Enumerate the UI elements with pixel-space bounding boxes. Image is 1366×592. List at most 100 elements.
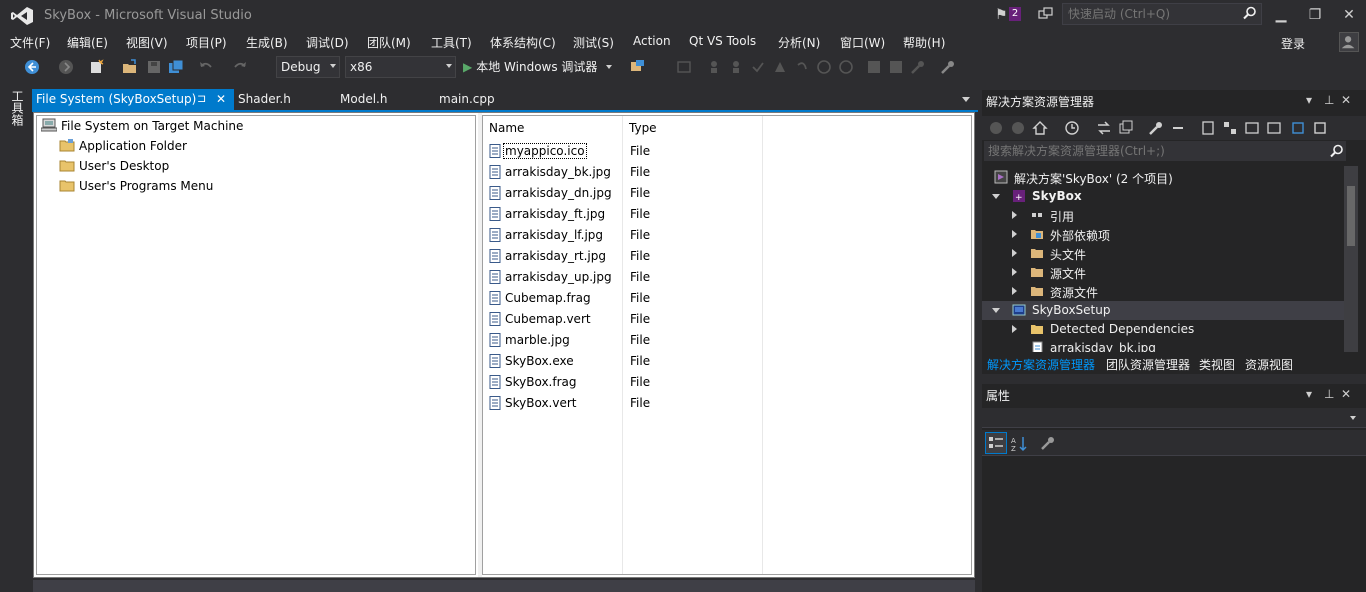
alphabetical-sort-icon[interactable]: AZ xyxy=(1010,435,1028,453)
sync-icon[interactable] xyxy=(1096,120,1112,136)
toolbar-undo-disabled-icon[interactable] xyxy=(794,59,810,75)
minus-icon[interactable] xyxy=(1170,120,1186,136)
search-icon[interactable] xyxy=(1330,144,1344,158)
node-external-dependencies[interactable]: 外部依赖项 xyxy=(982,225,1344,244)
tab-list-dropdown-icon[interactable] xyxy=(962,97,970,102)
account-avatar-icon[interactable] xyxy=(1339,32,1359,52)
menu-architecture[interactable]: 体系结构(C) xyxy=(490,34,556,51)
panel-pin-icon[interactable]: ⊥ xyxy=(1324,387,1334,401)
menu-debug[interactable]: 调试(D) xyxy=(306,34,349,51)
panel-pin-icon[interactable]: ⊥ xyxy=(1324,93,1334,107)
file-editor-icon-1[interactable] xyxy=(1200,120,1216,136)
menu-build[interactable]: 生成(B) xyxy=(246,34,288,51)
feedback-icon[interactable] xyxy=(1038,6,1054,22)
pending-changes-icon[interactable] xyxy=(1064,120,1080,136)
menu-action[interactable]: Action xyxy=(633,34,671,48)
restore-button[interactable]: ❐ xyxy=(1300,4,1330,26)
find-in-files-icon[interactable] xyxy=(630,59,646,75)
file-editor-icon-3[interactable] xyxy=(1244,120,1260,136)
back-icon[interactable] xyxy=(988,120,1004,136)
menu-edit[interactable]: 编辑(E) xyxy=(67,34,108,51)
expanded-arrow-icon[interactable] xyxy=(992,308,1000,313)
menu-analyze[interactable]: 分析(N) xyxy=(778,34,820,51)
node-file-arrakisday-bk[interactable]: arrakisday_bk.jpg xyxy=(982,339,1344,352)
toolbar-refresh-icon[interactable] xyxy=(838,59,854,75)
properties-object-select[interactable] xyxy=(982,408,1366,428)
file-row[interactable]: Cubemap.frag File xyxy=(487,288,967,309)
undo-icon[interactable] xyxy=(198,59,214,75)
file-row[interactable]: SkyBox.frag File xyxy=(487,372,967,393)
file-row[interactable]: arrakisday_bk.jpg File xyxy=(487,162,967,183)
project-node-skyboxsetup[interactable]: SkyBoxSetup xyxy=(982,301,1344,320)
column-header-name[interactable]: Name xyxy=(483,116,623,138)
column-header-type[interactable]: Type xyxy=(623,116,763,138)
toolbar-tools-icon[interactable] xyxy=(940,59,956,75)
categorized-view-button[interactable] xyxy=(985,432,1007,454)
menu-help[interactable]: 帮助(H) xyxy=(903,34,945,51)
menu-team[interactable]: 团队(M) xyxy=(367,34,411,51)
toolbar-wrench-disabled-icon[interactable] xyxy=(910,59,926,75)
panel-close-icon[interactable]: ✕ xyxy=(1341,387,1351,401)
tab-resource-view[interactable]: 资源视图 xyxy=(1245,356,1293,373)
menu-project[interactable]: 项目(P) xyxy=(186,34,227,51)
node-resource-files[interactable]: 资源文件 xyxy=(982,282,1344,301)
open-file-icon[interactable] xyxy=(122,59,138,75)
tab-shader-h[interactable]: Shader.h xyxy=(234,89,295,110)
solution-explorer-search-input[interactable] xyxy=(984,141,1346,161)
menu-tools[interactable]: 工具(T) xyxy=(431,34,472,51)
new-project-icon[interactable] xyxy=(88,59,104,75)
file-row[interactable]: arrakisday_up.jpg File xyxy=(487,267,967,288)
toolbox-tab[interactable]: 工具箱 xyxy=(9,90,24,126)
toolbar-history-icon[interactable] xyxy=(816,59,832,75)
property-pages-wrench-icon[interactable] xyxy=(1040,435,1056,451)
navigate-forward-icon[interactable] xyxy=(58,59,74,75)
scrollbar-thumb[interactable] xyxy=(1347,186,1355,246)
file-row[interactable]: arrakisday_rt.jpg File xyxy=(487,246,967,267)
node-source-files[interactable]: 源文件 xyxy=(982,263,1344,282)
file-row[interactable]: marble.jpg File xyxy=(487,330,967,351)
project-node-skybox[interactable]: + SkyBox xyxy=(982,187,1344,206)
notifications[interactable]: ⚑ 2 xyxy=(995,6,1025,24)
panel-close-icon[interactable]: ✕ xyxy=(1341,93,1351,107)
forward-icon[interactable] xyxy=(1010,120,1026,136)
quick-launch-input[interactable] xyxy=(1062,3,1262,25)
file-editor-icon-4[interactable] xyxy=(1266,120,1282,136)
close-window-button[interactable]: ✕ xyxy=(1334,4,1364,26)
tab-main-cpp[interactable]: main.cpp xyxy=(435,89,499,110)
file-row[interactable]: arrakisday_dn.jpg File xyxy=(487,183,967,204)
toolbar-disabled-icon-6[interactable] xyxy=(888,59,904,75)
collapsed-arrow-icon[interactable] xyxy=(1012,249,1017,257)
solution-platform-select[interactable]: x86 xyxy=(345,56,456,78)
file-row[interactable]: SkyBox.vert File xyxy=(487,393,967,414)
tab-team-explorer[interactable]: 团队资源管理器 xyxy=(1106,356,1190,373)
pin-tab-icon[interactable]: ⊐ xyxy=(197,92,206,105)
toolbar-disabled-icon-1[interactable] xyxy=(676,59,692,75)
tab-model-h[interactable]: Model.h xyxy=(336,89,391,110)
tab-solution-explorer[interactable]: 解决方案资源管理器 xyxy=(987,356,1095,373)
node-references[interactable]: 引用 xyxy=(982,206,1344,225)
expanded-arrow-icon[interactable] xyxy=(992,194,1000,199)
tree-item-users-desktop[interactable]: User's Desktop xyxy=(59,158,169,178)
file-row[interactable]: Cubemap.vert File xyxy=(487,309,967,330)
file-row[interactable]: myappico.ico File xyxy=(487,141,967,162)
collapsed-arrow-icon[interactable] xyxy=(1012,287,1017,295)
collapsed-arrow-icon[interactable] xyxy=(1012,325,1017,333)
close-tab-icon[interactable]: ✕ xyxy=(216,92,226,106)
minimize-button[interactable]: ▁ xyxy=(1266,4,1296,26)
properties-wrench-icon[interactable] xyxy=(1148,120,1164,136)
panel-dropdown-icon[interactable]: ▾ xyxy=(1306,93,1312,107)
tab-class-view[interactable]: 类视图 xyxy=(1199,356,1235,373)
toolbar-disabled-icon-3[interactable] xyxy=(728,59,744,75)
navigate-back-icon[interactable] xyxy=(24,59,40,75)
toolbar-disabled-icon-2[interactable] xyxy=(706,59,722,75)
menu-view[interactable]: 视图(V) xyxy=(126,34,168,51)
solution-configuration-select[interactable]: Debug xyxy=(276,56,340,78)
solution-node[interactable]: 解决方案'SkyBox' (2 个项目) xyxy=(982,168,1344,187)
collapsed-arrow-icon[interactable] xyxy=(1012,230,1017,238)
solution-tree-scrollbar[interactable] xyxy=(1344,166,1358,352)
redo-icon[interactable] xyxy=(232,59,248,75)
file-row[interactable]: SkyBox.exe File xyxy=(487,351,967,372)
file-editor-icon-2[interactable] xyxy=(1222,120,1238,136)
login-link[interactable]: 登录 xyxy=(1281,35,1305,52)
search-icon[interactable] xyxy=(1243,6,1257,20)
